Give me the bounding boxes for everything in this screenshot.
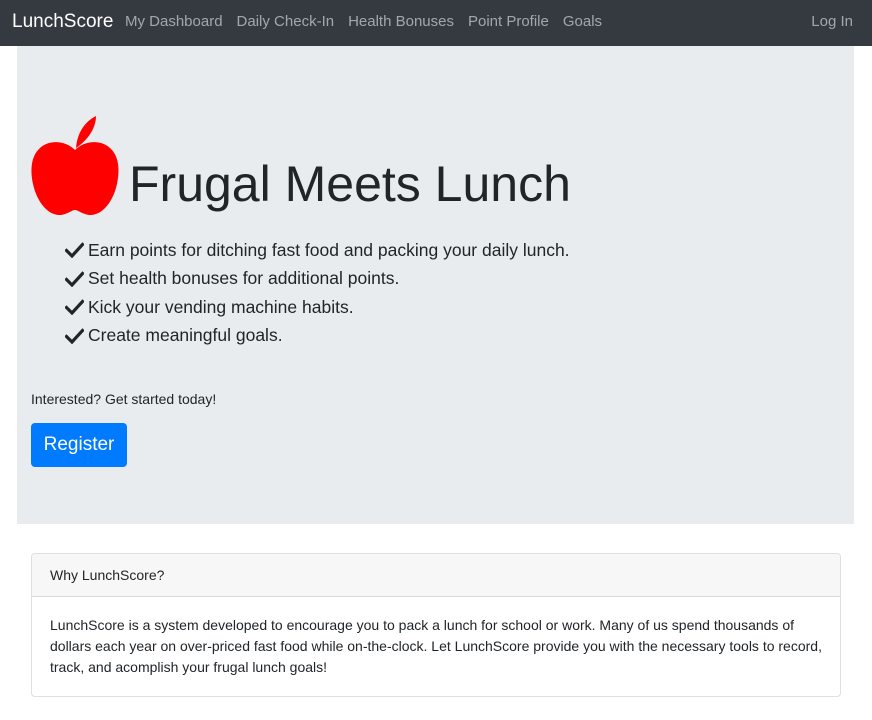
hero-section: Frugal Meets Lunch Earn points for ditch…	[17, 46, 854, 524]
nav-link-health-bonuses[interactable]: Health Bonuses	[341, 13, 461, 31]
register-button[interactable]: Register	[31, 423, 127, 467]
feature-text: Earn points for ditching fast food and p…	[88, 239, 570, 260]
get-started-prompt: Interested? Get started today!	[31, 391, 217, 407]
feature-item: Kick your vending machine habits.	[65, 293, 570, 322]
feature-text: Create meaningful goals.	[88, 325, 283, 346]
checkmark-icon	[65, 299, 84, 316]
nav-link-my-dashboard[interactable]: My Dashboard	[118, 13, 230, 31]
why-lunchscore-card: Why LunchScore? LunchScore is a system d…	[31, 553, 841, 697]
checkmark-icon	[65, 270, 84, 287]
feature-text: Set health bonuses for additional points…	[88, 268, 400, 289]
nav-link-point-profile[interactable]: Point Profile	[461, 13, 556, 31]
checkmark-icon	[65, 327, 84, 344]
feature-item: Earn points for ditching fast food and p…	[65, 236, 570, 265]
card-body: LunchScore is a system developed to enco…	[50, 617, 822, 675]
apple-icon	[31, 116, 119, 216]
brand-link[interactable]: LunchScore	[12, 11, 113, 33]
hero-title: Frugal Meets Lunch	[129, 156, 571, 212]
feature-item: Create meaningful goals.	[65, 322, 570, 351]
login-link[interactable]: Log In	[811, 13, 853, 31]
nav-link-goals[interactable]: Goals	[556, 13, 609, 31]
feature-item: Set health bonuses for additional points…	[65, 265, 570, 294]
checkmark-icon	[65, 242, 84, 259]
card-header: Why LunchScore?	[32, 554, 840, 597]
nav-links: My Dashboard Daily Check-In Health Bonus…	[118, 13, 609, 31]
nav-link-daily-check-in[interactable]: Daily Check-In	[230, 13, 342, 31]
feature-text: Kick your vending machine habits.	[88, 296, 354, 317]
feature-list: Earn points for ditching fast food and p…	[65, 236, 570, 350]
top-navbar: LunchScore My Dashboard Daily Check-In H…	[0, 0, 872, 46]
